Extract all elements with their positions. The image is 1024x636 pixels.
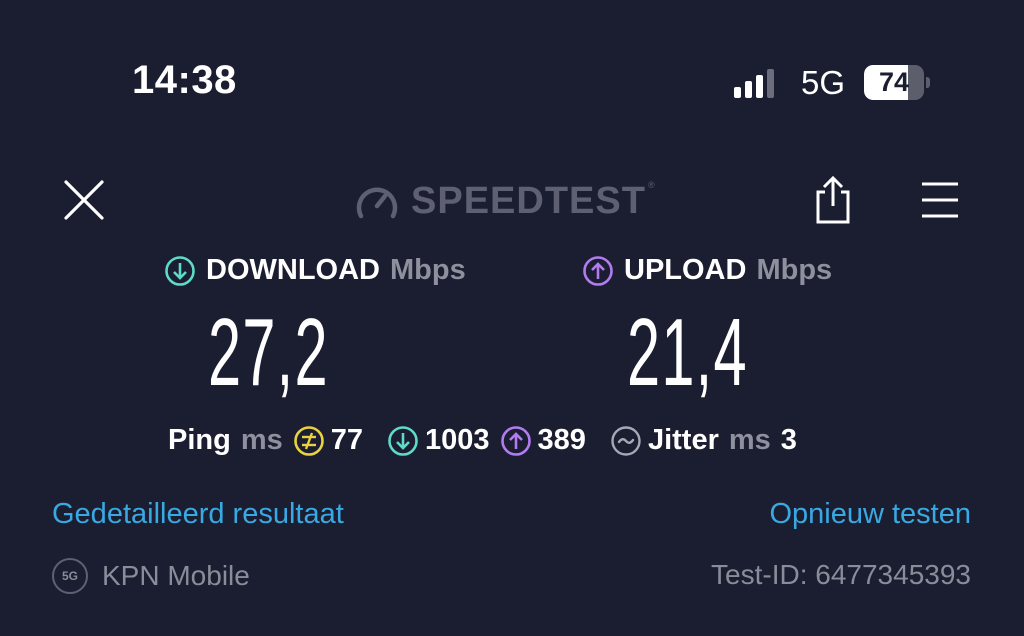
speedometer-icon	[356, 187, 398, 218]
download-arrow-icon	[165, 255, 195, 286]
ping-idle-icon	[293, 425, 324, 456]
upload-header: UPLOAD Mbps	[582, 254, 832, 287]
detailed-result-link[interactable]: Gedetailleerd resultaat	[52, 498, 344, 531]
ping-download-icon	[388, 425, 418, 456]
network-badge-icon: 5G	[52, 558, 88, 594]
share-icon	[816, 175, 850, 224]
signal-strength-icon	[734, 68, 774, 98]
download-header: DOWNLOAD Mbps	[164, 254, 466, 287]
battery-icon: 74	[864, 65, 930, 100]
ping-idle-value: 77	[330, 424, 364, 456]
jitter-value: 3	[780, 424, 797, 456]
ping-download-value: 1003	[425, 424, 490, 456]
speedtest-logo: SPEEDTEST ®	[355, 180, 655, 223]
carrier-name: KPN Mobile	[102, 560, 250, 591]
upload-label: UPLOAD	[624, 254, 747, 286]
jitter-label: Jitter	[647, 424, 719, 456]
close-icon	[64, 180, 104, 220]
test-id: Test-ID: 6477345393	[711, 559, 971, 590]
menu-button[interactable]	[920, 180, 960, 220]
hamburger-menu-icon	[922, 182, 958, 218]
download-unit: Mbps	[389, 254, 466, 286]
download-label: DOWNLOAD	[206, 254, 380, 286]
download-value: 27,2	[208, 299, 329, 406]
share-button[interactable]	[812, 174, 854, 226]
jitter-unit: ms	[728, 424, 771, 456]
upload-arrow-icon	[583, 255, 613, 286]
ping-upload-icon	[500, 425, 531, 456]
battery-level: 74	[878, 67, 910, 97]
logo-trademark: ®	[647, 180, 655, 190]
jitter-icon	[611, 425, 641, 456]
carrier-info: 5G KPN Mobile	[52, 558, 250, 594]
ping-upload-value: 389	[537, 424, 586, 456]
ping-unit: ms	[240, 424, 283, 456]
network-type: 5G	[801, 64, 846, 101]
upload-value: 21,4	[627, 299, 748, 406]
latency-stats: Ping ms 77 1003 389 Jitter ms 3	[168, 424, 797, 457]
close-button[interactable]	[60, 176, 108, 224]
test-again-link[interactable]: Opnieuw testen	[769, 498, 971, 531]
status-time: 14:38	[132, 58, 237, 102]
ping-label: Ping	[168, 424, 231, 456]
logo-text: SPEEDTEST	[411, 180, 646, 222]
upload-unit: Mbps	[756, 254, 833, 286]
